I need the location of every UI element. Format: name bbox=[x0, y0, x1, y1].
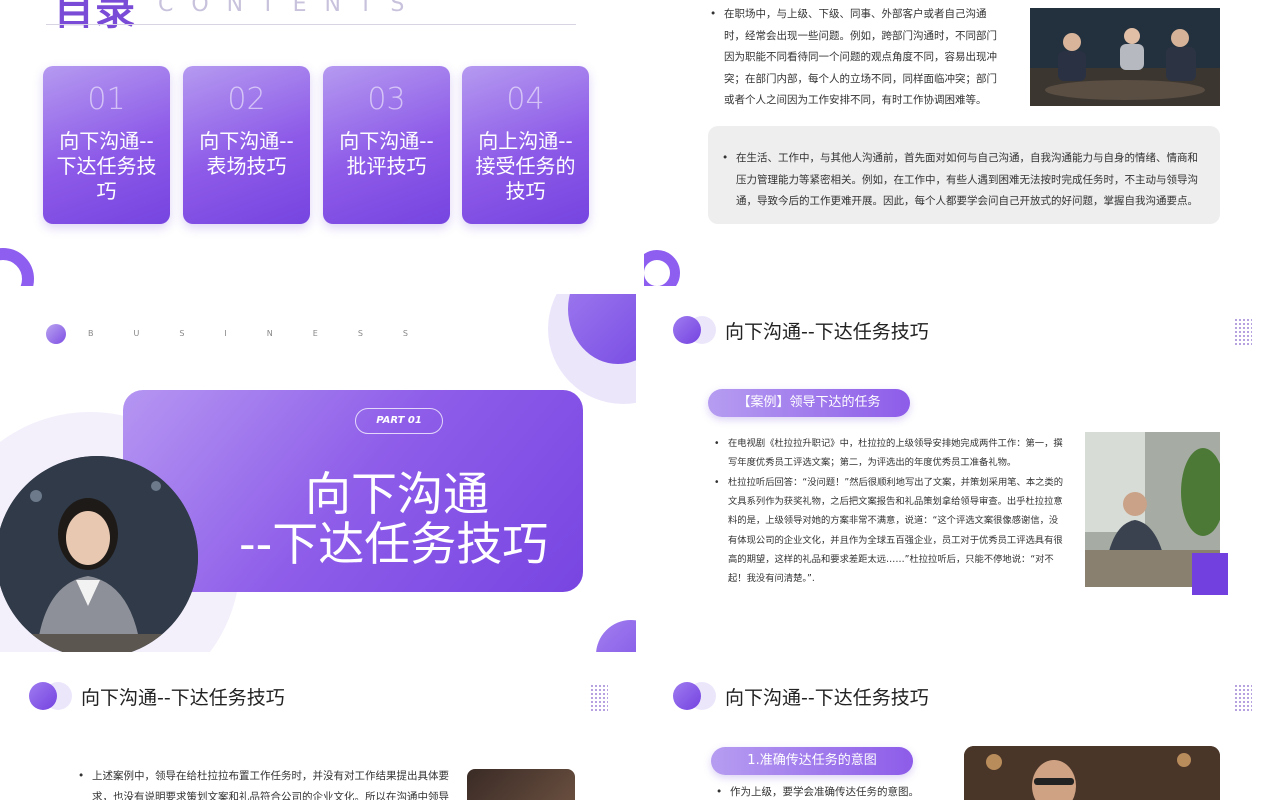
slide-contents[interactable]: 目录 CONTENTS 01 向下沟通--下达任务技巧 02 向下沟通--表场技… bbox=[0, 0, 636, 286]
dot-grid-icon bbox=[1234, 318, 1252, 346]
bullet-dot-icon: • bbox=[78, 770, 85, 782]
section-title-line2: --下达任务技巧 bbox=[239, 517, 549, 571]
toc-number: 01 bbox=[87, 82, 126, 117]
bullet-paragraph: • 上述案例中，领导在给杜拉拉布置工作任务时，并没有对工作结果提出具体要求，也没… bbox=[78, 766, 454, 800]
toc-card-04[interactable]: 04 向上沟通--接受任务的技巧 bbox=[462, 66, 589, 224]
slide-header-title: 向下沟通--下达任务技巧 bbox=[725, 321, 929, 343]
toc-number: 03 bbox=[367, 82, 406, 117]
meeting-photo bbox=[1030, 8, 1220, 106]
toc-card-02[interactable]: 02 向下沟通--表场技巧 bbox=[183, 66, 310, 224]
decorative-ring bbox=[0, 248, 34, 286]
contents-subtitle: CONTENTS bbox=[158, 0, 423, 17]
smiling-man-illustration bbox=[964, 746, 1220, 800]
business-label: BUSINESS bbox=[88, 329, 448, 338]
part-badge: PART 01 bbox=[355, 408, 443, 434]
bullet-paragraph: • 在生活、工作中，与其他人沟通前，首先面对如何与自己沟通，自我沟通能力与自身的… bbox=[722, 148, 1206, 213]
bullet-dot-icon: • bbox=[710, 8, 717, 20]
bullet-paragraph: • 在职场中，与上级、下级、同事、外部客户或者自己沟通时，经常会出现一些问题。例… bbox=[710, 4, 1006, 112]
title-divider bbox=[46, 24, 576, 25]
bullet-dot-icon: • bbox=[714, 438, 720, 449]
contents-title: 目录 bbox=[54, 0, 136, 34]
toc-card-01[interactable]: 01 向下沟通--下达任务技巧 bbox=[43, 66, 170, 224]
toc-number: 04 bbox=[506, 82, 545, 117]
bullet-paragraph: • 在电视剧《杜拉拉升职记》中，杜拉拉的上级领导安排她完成两件工作：第一，撰写年… bbox=[714, 434, 1064, 472]
highlight-box: • 在生活、工作中，与其他人沟通前，首先面对如何与自己沟通，自我沟通能力与自身的… bbox=[708, 126, 1220, 224]
slide-analysis[interactable]: 向下沟通--下达任务技巧 • 上述案例中，领导在给杜拉拉布置工作任务时，并没有对… bbox=[0, 660, 636, 800]
meeting-photo bbox=[467, 769, 575, 800]
meeting-people-illustration bbox=[1030, 8, 1220, 106]
toc-label: 向下沟通--下达任务技巧 bbox=[56, 129, 157, 203]
bullet-text: 上述案例中，领导在给杜拉拉布置工作任务时，并没有对工作结果提出具体要求，也没有说… bbox=[92, 770, 449, 800]
businessman-photo bbox=[964, 746, 1220, 800]
toc-number: 02 bbox=[227, 82, 266, 117]
bullet-dot-icon: • bbox=[716, 786, 723, 798]
bullet-text: 在生活、工作中，与其他人沟通前，首先面对如何与自己沟通，自我沟通能力与自身的情绪… bbox=[736, 152, 1198, 207]
slide-case[interactable]: 向下沟通--下达任务技巧 【案例】领导下达的任务 • 在电视剧《杜拉拉升职记》中… bbox=[644, 294, 1280, 652]
toc-label: 向上沟通--接受任务的技巧 bbox=[475, 129, 576, 203]
decorative-dot bbox=[46, 324, 66, 344]
intent-pill: 1.准确传达任务的意图 bbox=[711, 747, 913, 775]
case-pill: 【案例】领导下达的任务 bbox=[708, 389, 910, 417]
slide-intent[interactable]: 向下沟通--下达任务技巧 1.准确传达任务的意图 • 作为上级，要学会准确传达任… bbox=[644, 660, 1280, 800]
toc-label: 向下沟通--批评技巧 bbox=[339, 129, 434, 178]
businesswoman-illustration bbox=[0, 456, 198, 652]
decorative-ring bbox=[644, 250, 680, 286]
toc-label: 向下沟通--表场技巧 bbox=[199, 129, 294, 178]
bullet-text: 在电视剧《杜拉拉升职记》中，杜拉拉的上级领导安排她完成两件工作：第一，撰写年度优… bbox=[728, 438, 1063, 469]
bullet-text: 作为上级，要学会准确传达任务的意图。 bbox=[730, 786, 919, 798]
decorative-square bbox=[1192, 553, 1228, 595]
bullet-paragraph: • 杜拉拉听后回答：“没问题！”然后很顺利地写出了文案，并策划采用笔、本之类的文… bbox=[714, 473, 1064, 588]
bullet-text: 在职场中，与上级、下级、同事、外部客户或者自己沟通时，经常会出现一些问题。例如，… bbox=[724, 8, 997, 106]
bullet-dot-icon: • bbox=[714, 477, 720, 488]
bullet-text: 杜拉拉听后回答：“没问题！”然后很顺利地写出了文案，并策划采用笔、本之类的文具系… bbox=[728, 477, 1064, 585]
slide-problems[interactable]: • 在职场中，与上级、下级、同事、外部客户或者自己沟通时，经常会出现一些问题。例… bbox=[644, 0, 1280, 286]
bullet-paragraph: • 作为上级，要学会准确传达任务的意图。 bbox=[716, 782, 950, 800]
toc-card-03[interactable]: 03 向下沟通--批评技巧 bbox=[323, 66, 450, 224]
dot-grid-icon bbox=[590, 684, 608, 712]
slide-section-cover[interactable]: BUSINESS PART 01 向下沟通 --下达任务技巧 bbox=[0, 294, 636, 652]
header-dot-icon bbox=[673, 682, 701, 710]
header-dot-icon bbox=[673, 316, 701, 344]
dot-grid-icon bbox=[1234, 684, 1252, 712]
slide-header-title: 向下沟通--下达任务技巧 bbox=[725, 687, 929, 709]
slide-header-title: 向下沟通--下达任务技巧 bbox=[81, 687, 285, 709]
header-dot-icon bbox=[29, 682, 57, 710]
decorative-circle bbox=[596, 620, 636, 652]
bullet-dot-icon: • bbox=[722, 152, 729, 164]
businesswoman-photo bbox=[0, 456, 198, 652]
